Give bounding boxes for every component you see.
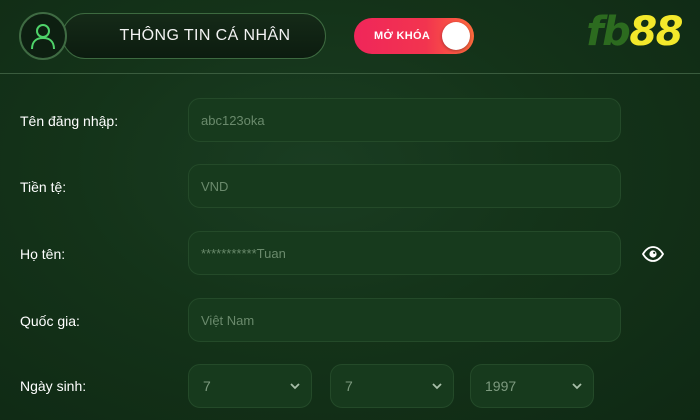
logo-prefix: fb [586, 9, 631, 55]
eye-icon [642, 246, 664, 262]
username-label: Tên đăng nhập: [20, 113, 119, 129]
user-icon [31, 24, 55, 50]
profile-header: THÔNG TIN CÁ NHÂN MỞ KHÓA fb88 [0, 0, 700, 72]
birth-year-value: 1997 [485, 378, 517, 394]
currency-field[interactable]: VND [188, 164, 621, 208]
username-field[interactable]: abc123oka [188, 98, 621, 142]
chevron-down-icon [290, 383, 300, 390]
fullname-value: ***********Tuan [201, 245, 286, 261]
brand-logo: fb88 [586, 8, 683, 56]
header-divider [0, 73, 700, 74]
country-field[interactable]: Việt Nam [188, 298, 621, 342]
country-value: Việt Nam [201, 312, 255, 328]
birth-month-select[interactable]: 7 [330, 364, 454, 408]
chevron-down-icon [572, 383, 582, 390]
birth-day-select[interactable]: 7 [188, 364, 312, 408]
logo-number: 88 [629, 9, 683, 55]
fullname-label: Họ tên: [20, 246, 66, 262]
unlock-toggle[interactable]: MỞ KHÓA [354, 18, 474, 54]
reveal-name-button[interactable] [642, 245, 664, 263]
birthdate-label: Ngày sinh: [20, 378, 87, 394]
country-label: Quốc gia: [20, 313, 80, 329]
birth-day-value: 7 [203, 378, 211, 394]
currency-value: VND [201, 178, 229, 194]
chevron-down-icon [432, 383, 442, 390]
fullname-field[interactable]: ***********Tuan [188, 231, 621, 275]
avatar [19, 12, 67, 60]
currency-label: Tiền tệ: [20, 179, 67, 195]
page-title-pill: THÔNG TIN CÁ NHÂN [62, 13, 326, 59]
page-title: THÔNG TIN CÁ NHÂN [119, 27, 291, 44]
toggle-knob [442, 22, 470, 50]
unlock-label: MỞ KHÓA [374, 30, 431, 42]
username-value: abc123oka [201, 112, 265, 128]
birth-month-value: 7 [345, 378, 353, 394]
birth-year-select[interactable]: 1997 [470, 364, 594, 408]
